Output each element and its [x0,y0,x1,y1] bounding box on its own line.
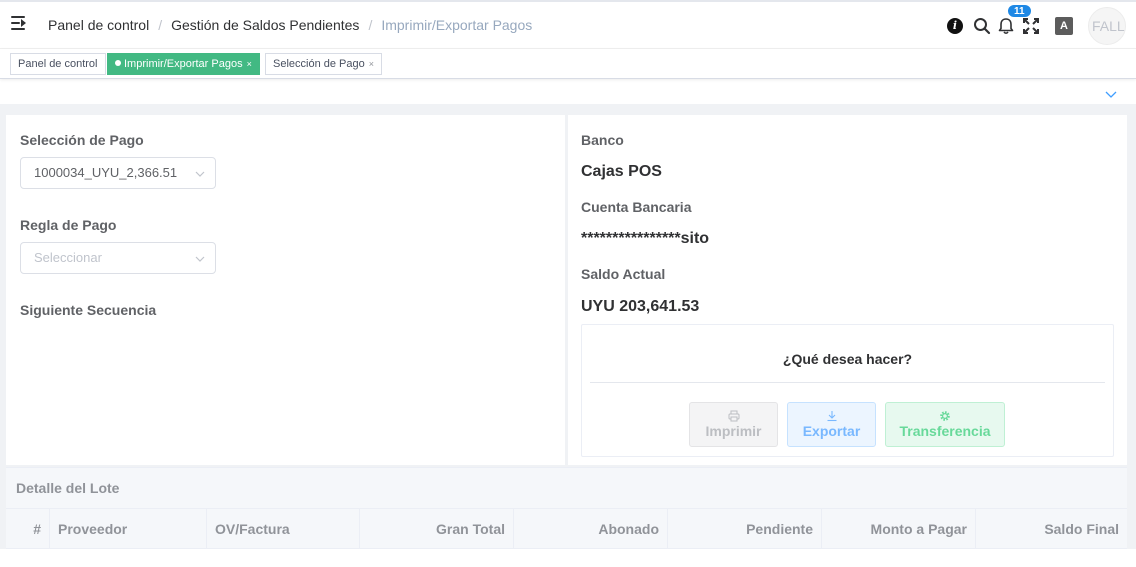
table-header: # Proveedor OV/Factura Gran Total Abonad… [6,508,1127,549]
batch-detail-title: Detalle del Lote [16,480,120,496]
search-icon[interactable] [972,16,992,36]
print-button[interactable]: Imprimir [689,402,778,447]
bank-value: Cajas POS [581,163,662,180]
payment-rule-select[interactable]: Seleccionar [20,242,216,274]
current-balance-label: Saldo Actual [581,266,666,282]
breadcrumb-separator: / [158,17,163,33]
tag-payment-selection[interactable]: Selección de Pago × [265,53,382,75]
info-icon[interactable]: i [947,18,963,34]
tag-label: Panel de control [18,58,98,70]
bank-info-panel: Banco Cajas POS Cuenta Bancaria ********… [568,115,1127,465]
page-bottom [0,549,1136,567]
next-sequence-label: Siguiente Secuencia [20,302,157,318]
active-dot-icon [115,60,121,66]
payment-form-panel: Selección de Pago 1000034_UYU_2,366.51 R… [6,115,565,465]
fullscreen-icon[interactable] [1021,16,1041,36]
print-button-label: Imprimir [705,423,762,439]
export-button-label: Exportar [802,423,861,439]
avatar[interactable]: FALLA [1088,7,1126,45]
breadcrumb: Panel de control / Gestión de Saldos Pen… [48,17,532,33]
column-header-pending[interactable]: Pendiente [667,509,821,549]
column-header-paid[interactable]: Abonado [513,509,667,549]
tag-label: Selección de Pago [273,58,365,70]
download-icon [827,411,836,422]
column-header-amount-to-pay[interactable]: Monto a Pagar [821,509,975,549]
action-box: ¿Qué desea hacer? Imprimir Exportar Tran… [581,324,1114,457]
payment-selection-value: 1000034_UYU_2,366.51 [34,165,178,180]
printer-icon [728,410,739,422]
chevron-down-icon [195,256,205,262]
bank-account-label: Cuenta Bancaria [581,199,692,215]
gear-icon [940,411,950,421]
column-header-supplier[interactable]: Proveedor [49,509,205,549]
payment-selection-label: Selección de Pago [20,132,144,148]
bank-account-value: ****************sito [581,230,710,247]
breadcrumb-separator: / [368,17,373,33]
transfer-button-label: Transferencia [899,423,991,439]
transfer-button[interactable]: Transferencia [885,402,1005,447]
close-icon[interactable]: × [247,59,252,69]
column-header-invoice[interactable]: OV/Factura [206,509,359,549]
tags-view-bar: Panel de control Imprimir/Exportar Pagos… [0,49,1136,79]
chevron-down-icon[interactable] [1105,88,1117,100]
divider [590,382,1105,383]
chevron-down-icon [195,171,205,177]
tag-print-export-payments[interactable]: Imprimir/Exportar Pagos × [107,53,260,75]
top-navbar: Panel de control / Gestión de Saldos Pen… [0,0,1136,49]
column-header-final-balance[interactable]: Saldo Final [975,509,1127,549]
bank-label: Banco [581,132,624,148]
payment-selection-select[interactable]: 1000034_UYU_2,366.51 [20,157,216,189]
bell-icon[interactable] [996,16,1016,36]
action-title: ¿Qué desea hacer? [782,351,913,367]
breadcrumb-item-current: Imprimir/Exportar Pagos [381,17,533,33]
tag-label: Imprimir/Exportar Pagos [124,58,243,70]
column-header-grand-total[interactable]: Gran Total [359,509,513,549]
breadcrumb-item-dashboard[interactable]: Panel de control [48,17,149,33]
tag-dashboard[interactable]: Panel de control [10,53,106,75]
current-balance-value: UYU 203,641.53 [581,298,700,315]
payment-rule-placeholder: Seleccionar [34,250,102,265]
payment-rule-label: Regla de Pago [20,217,117,233]
column-header-index[interactable]: # [6,509,49,549]
close-icon[interactable]: × [369,59,374,69]
breadcrumb-item-pending-balances[interactable]: Gestión de Saldos Pendientes [171,17,359,33]
menu-toggle-icon[interactable] [11,16,27,30]
export-button[interactable]: Exportar [787,402,876,447]
translate-icon[interactable]: A [1055,17,1073,35]
